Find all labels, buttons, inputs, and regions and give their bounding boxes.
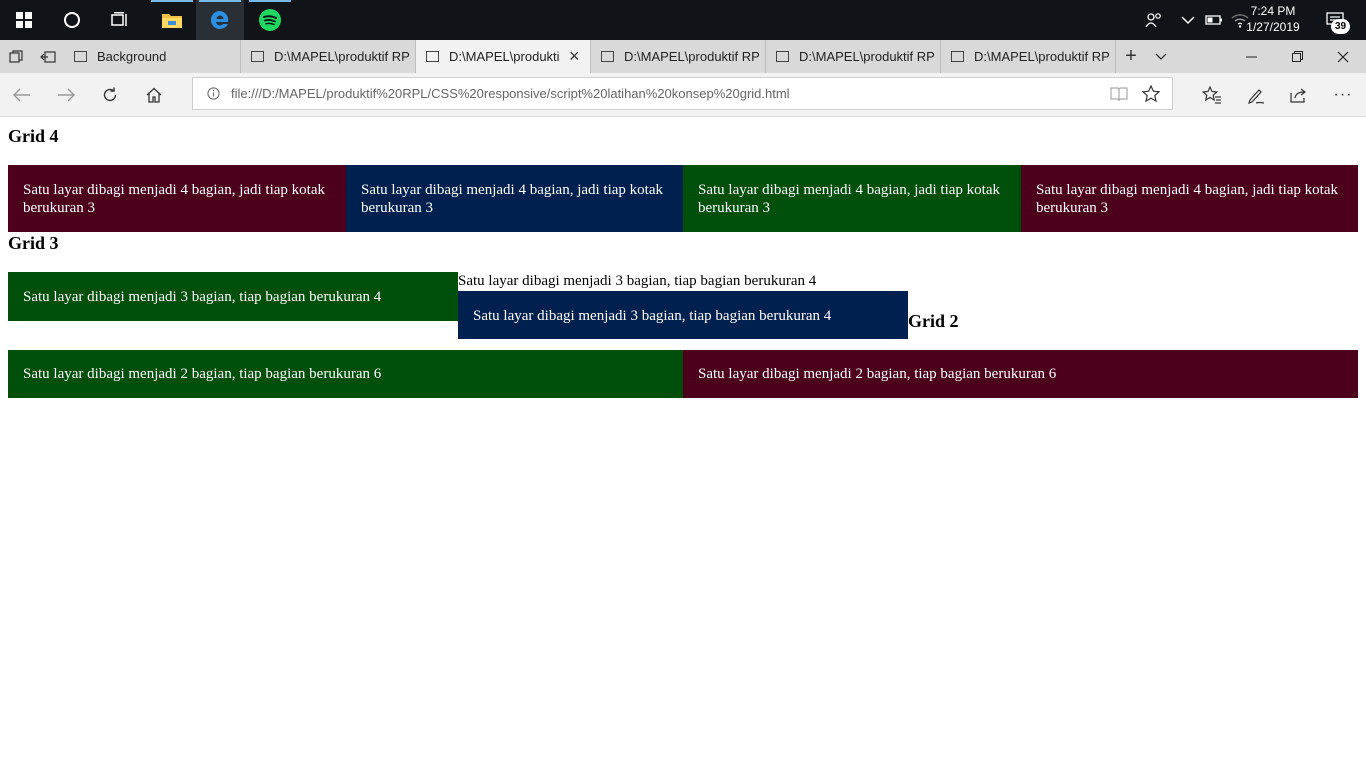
grid4-box-4: Satu layar dibagi menjadi 4 bagian, jadi… [1021, 165, 1358, 232]
clock-time: 7:24 PM [1250, 4, 1296, 18]
windows-start-icon[interactable] [0, 0, 48, 40]
people-icon[interactable] [1140, 0, 1168, 40]
tab-produktif-5[interactable]: D:\MAPEL\produktif RP [941, 40, 1116, 73]
tab-title: D:\MAPEL\produkti [449, 49, 560, 64]
file-explorer-icon[interactable] [148, 0, 196, 40]
minimize-icon[interactable] [1228, 40, 1274, 73]
chevron-up-icon[interactable] [1176, 0, 1200, 40]
home-icon[interactable] [132, 73, 176, 117]
page-favicon-icon [951, 51, 964, 62]
grid3-box-2: Satu layar dibagi menjadi 3 bagian, tiap… [458, 291, 908, 339]
grid2-box-1: Satu layar dibagi menjadi 2 bagian, tiap… [8, 350, 683, 398]
close-window-icon[interactable] [1320, 40, 1366, 73]
tab-title: D:\MAPEL\produktif RP [974, 49, 1110, 64]
page-favicon-icon [601, 51, 614, 62]
favorite-star-icon[interactable] [1141, 84, 1161, 108]
tab-title: D:\MAPEL\produktif RP [624, 49, 760, 64]
restore-icon[interactable] [1274, 40, 1320, 73]
back-arrow-icon[interactable] [0, 73, 44, 117]
tab-list-chevron-icon[interactable] [1146, 40, 1176, 73]
tab-preview-icon[interactable] [0, 40, 32, 73]
more-options-icon[interactable]: ··· [1321, 73, 1365, 117]
tab-produktif-1[interactable]: D:\MAPEL\produktif RP [241, 40, 416, 73]
forward-arrow-icon[interactable] [44, 73, 88, 117]
page-favicon-icon [426, 51, 439, 62]
reading-view-icon[interactable] [1110, 86, 1128, 107]
tab-title: D:\MAPEL\produktif RP [799, 49, 935, 64]
edge-icon[interactable] [196, 0, 244, 40]
page-content: Grid 4 Satu layar dibagi menjadi 4 bagia… [0, 117, 1366, 768]
battery-icon[interactable] [1202, 0, 1226, 40]
grid4-box-2: Satu layar dibagi menjadi 4 bagian, jadi… [346, 165, 683, 232]
taskbar-clock[interactable]: 7:24 PM 1/27/2019 [1238, 3, 1308, 35]
tab-strip: Background D:\MAPEL\produktif RP D:\MAPE… [0, 40, 1366, 73]
share-icon[interactable] [1277, 73, 1321, 117]
windows-taskbar: 7:24 PM 1/27/2019 39 [0, 0, 1366, 40]
favorites-hub-icon[interactable] [1190, 73, 1234, 117]
grid3-plain-text: Satu layar dibagi menjadi 3 bagian, tiap… [458, 273, 817, 289]
grid4-heading: Grid 4 [8, 126, 59, 146]
grid3-box-1: Satu layar dibagi menjadi 3 bagian, tiap… [8, 272, 458, 321]
grid2-heading: Grid 2 [908, 311, 959, 331]
grid4-box-3: Satu layar dibagi menjadi 4 bagian, jadi… [683, 165, 1021, 232]
tab-produktif-4[interactable]: D:\MAPEL\produktif RP [766, 40, 941, 73]
spotify-icon[interactable] [246, 0, 294, 40]
tab-produktif-active[interactable]: D:\MAPEL\produkti × [416, 40, 591, 73]
cortana-circle-icon[interactable] [48, 0, 96, 40]
page-favicon-icon [74, 51, 87, 62]
grid2-box-2: Satu layar dibagi menjadi 2 bagian, tiap… [683, 350, 1358, 398]
url-text: file:///D:/MAPEL/produktif%20RPL/CSS%20r… [231, 86, 790, 101]
grid3-heading: Grid 3 [8, 233, 59, 253]
task-view-icon[interactable] [96, 0, 144, 40]
tab-title: Background [97, 49, 167, 64]
close-tab-icon[interactable]: × [569, 46, 580, 67]
tab-title: D:\MAPEL\produktif RP [274, 49, 410, 64]
page-favicon-icon [776, 51, 789, 62]
notification-count-badge: 39 [1331, 19, 1350, 34]
info-icon[interactable] [207, 87, 220, 105]
refresh-icon[interactable] [88, 73, 132, 117]
web-note-pen-icon[interactable] [1234, 73, 1278, 117]
new-tab-icon[interactable]: + [1116, 40, 1146, 73]
grid4-box-1: Satu layar dibagi menjadi 4 bagian, jadi… [8, 165, 346, 232]
tab-background[interactable]: Background [64, 40, 241, 73]
tab-produktif-3[interactable]: D:\MAPEL\produktif RP [591, 40, 766, 73]
navigation-bar: file:///D:/MAPEL/produktif%20RPL/CSS%20r… [0, 73, 1366, 117]
page-favicon-icon [251, 51, 264, 62]
tabs-aside-icon[interactable] [32, 40, 64, 73]
address-bar[interactable]: file:///D:/MAPEL/produktif%20RPL/CSS%20r… [192, 77, 1173, 110]
clock-date: 1/27/2019 [1246, 20, 1300, 34]
